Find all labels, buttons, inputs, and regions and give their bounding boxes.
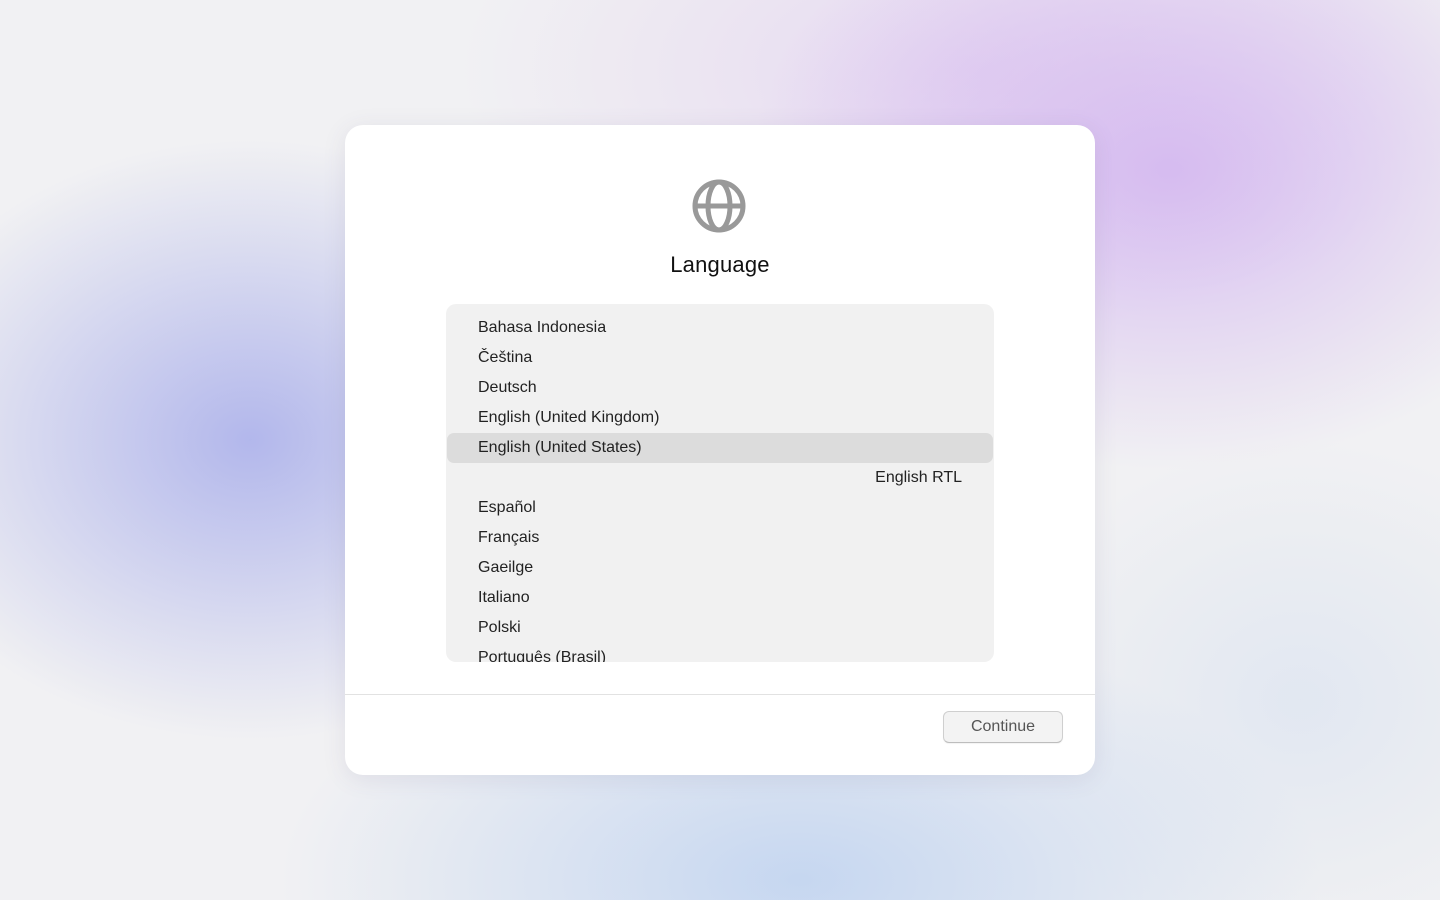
- language-option[interactable]: Français: [447, 523, 993, 553]
- language-option[interactable]: Gaeilge: [447, 553, 993, 583]
- footer-divider: [345, 694, 1095, 695]
- language-option[interactable]: Bahasa Indonesia: [447, 313, 993, 343]
- globe-icon: [692, 179, 746, 233]
- language-option[interactable]: Polski: [447, 613, 993, 643]
- language-option[interactable]: Español: [447, 493, 993, 523]
- language-option[interactable]: Deutsch: [447, 373, 993, 403]
- continue-button[interactable]: Continue: [943, 711, 1063, 743]
- language-option-selected[interactable]: English (United States): [447, 433, 993, 463]
- language-option[interactable]: Italiano: [447, 583, 993, 613]
- language-list[interactable]: Bahasa Indonesia Čeština Deutsch English…: [446, 304, 994, 662]
- language-option[interactable]: English RTL: [447, 463, 993, 493]
- page-title: Language: [670, 252, 770, 277]
- language-setup-dialog: Language Bahasa Indonesia Čeština Deutsc…: [345, 125, 1095, 775]
- language-option[interactable]: Čeština: [447, 343, 993, 373]
- language-option[interactable]: English (United Kingdom): [447, 403, 993, 433]
- language-option[interactable]: Português (Brasil): [447, 643, 993, 662]
